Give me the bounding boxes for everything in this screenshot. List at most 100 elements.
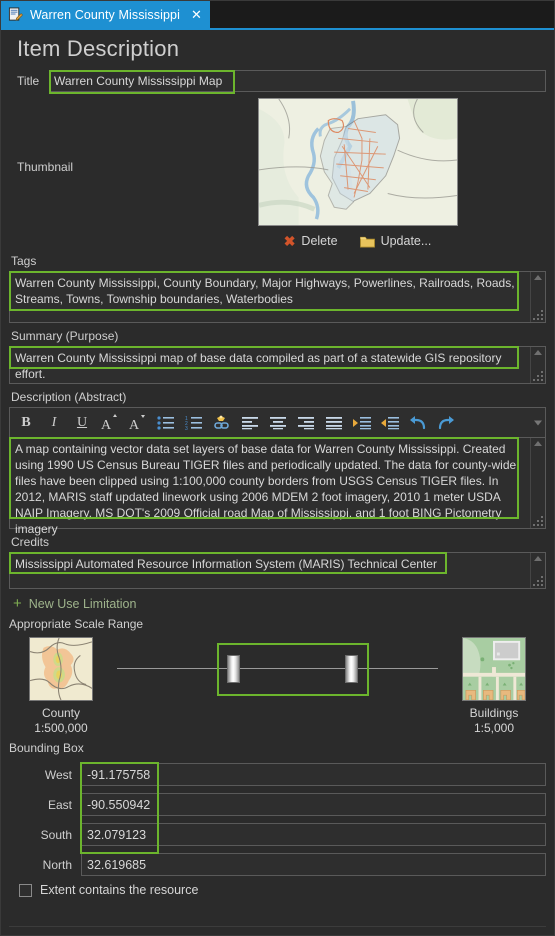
bounding-box-block: Bounding Box West -91.175758 East -90.55… bbox=[9, 739, 546, 897]
credits-input[interactable]: Mississippi Automated Resource Informati… bbox=[9, 552, 546, 589]
scroll-up-icon[interactable] bbox=[534, 350, 542, 355]
delete-thumbnail-button[interactable]: ✖ Delete bbox=[284, 234, 338, 248]
increase-font-size-button[interactable]: A bbox=[96, 410, 124, 436]
south-input[interactable]: 32.079123 bbox=[81, 823, 546, 846]
extent-contains-resource-label: Extent contains the resource bbox=[40, 883, 199, 897]
bounding-box-label: Bounding Box bbox=[9, 741, 84, 755]
west-value: -91.175758 bbox=[87, 767, 151, 782]
resize-grip-icon[interactable] bbox=[533, 371, 543, 381]
bottom-divider bbox=[9, 926, 546, 927]
west-label: West bbox=[44, 767, 72, 782]
bulleted-list-button[interactable] bbox=[152, 410, 180, 436]
slider-max-handle[interactable] bbox=[345, 655, 358, 683]
county-scale-thumbnail bbox=[29, 637, 93, 701]
summary-value: Warren County Mississippi map of base da… bbox=[15, 351, 502, 381]
undo-button[interactable] bbox=[404, 410, 432, 436]
tags-value: Warren County Mississippi, County Bounda… bbox=[15, 276, 515, 306]
align-left-button[interactable] bbox=[236, 410, 264, 436]
justify-button[interactable] bbox=[320, 410, 348, 436]
plus-icon: + bbox=[13, 595, 22, 612]
slider-track bbox=[117, 668, 438, 669]
decrease-indent-button[interactable] bbox=[376, 410, 404, 436]
svg-text:3: 3 bbox=[185, 426, 188, 430]
item-description-panel: Item Description Title Warren County Mis… bbox=[1, 30, 554, 935]
tags-input[interactable]: Warren County Mississippi, County Bounda… bbox=[9, 271, 546, 323]
title-input[interactable]: Warren County Mississippi Map bbox=[49, 70, 546, 94]
summary-input[interactable]: Warren County Mississippi map of base da… bbox=[9, 346, 546, 384]
thumbnail-actions: ✖ Delete Update... bbox=[284, 234, 432, 248]
decrease-font-size-button[interactable]: A bbox=[124, 410, 152, 436]
bounding-box-row-west: West -91.175758 bbox=[9, 763, 546, 786]
credits-label: Credits bbox=[11, 535, 50, 549]
svg-text:A: A bbox=[129, 418, 140, 432]
credits-scrollbar[interactable] bbox=[530, 553, 545, 588]
north-value: 32.619685 bbox=[87, 857, 147, 872]
numbered-list-button[interactable]: 123 bbox=[180, 410, 208, 436]
thumbnail-image[interactable] bbox=[257, 98, 458, 226]
toolbar-overflow-icon[interactable] bbox=[534, 420, 542, 425]
tags-label: Tags bbox=[11, 254, 37, 268]
redo-button[interactable] bbox=[432, 410, 460, 436]
buildings-scale-value: 1:5,000 bbox=[473, 721, 515, 735]
new-use-limitation-button[interactable]: + New Use Limitation bbox=[13, 596, 136, 611]
extent-contains-resource-checkbox[interactable] bbox=[19, 883, 32, 897]
folder-icon bbox=[359, 235, 375, 248]
document-edit-icon bbox=[8, 7, 23, 22]
buildings-map-graphic bbox=[463, 638, 525, 700]
west-input[interactable]: -91.175758 bbox=[81, 763, 546, 786]
italic-button[interactable]: I bbox=[40, 410, 68, 436]
increase-indent-button[interactable] bbox=[348, 410, 376, 436]
east-value: -90.550942 bbox=[87, 797, 151, 812]
page-title: Item Description bbox=[17, 36, 180, 61]
underline-button[interactable]: U bbox=[68, 410, 96, 436]
summary-scrollbar[interactable] bbox=[530, 347, 545, 383]
tab-strip: Warren County Mississippi ✕ bbox=[1, 1, 554, 30]
bounding-box-row-north: North 32.619685 bbox=[9, 853, 546, 876]
insert-hyperlink-button[interactable] bbox=[208, 410, 236, 436]
county-caption: County bbox=[41, 706, 81, 720]
north-label: North bbox=[42, 857, 72, 872]
update-label: Update... bbox=[380, 234, 432, 248]
scale-min: County 1:500,000 bbox=[15, 637, 107, 735]
new-use-limitation-label: New Use Limitation bbox=[28, 596, 137, 611]
description-scrollbar[interactable] bbox=[530, 438, 545, 528]
rich-text-toolbar: B I U A A 1 2 3 bbox=[9, 407, 546, 437]
scroll-up-icon[interactable] bbox=[534, 556, 542, 561]
update-thumbnail-button[interactable]: Update... bbox=[359, 234, 432, 248]
east-input[interactable]: -90.550942 bbox=[81, 793, 546, 816]
scroll-up-icon[interactable] bbox=[534, 275, 542, 280]
description-input[interactable]: A map containing vector data set layers … bbox=[9, 437, 546, 536]
resize-grip-icon[interactable] bbox=[533, 516, 543, 526]
scale-range-slider[interactable] bbox=[109, 637, 446, 701]
credits-block: Credits Mississippi Automated Resource I… bbox=[9, 535, 546, 589]
delete-label: Delete bbox=[301, 234, 338, 248]
credits-value: Mississippi Automated Resource Informati… bbox=[15, 557, 437, 571]
description-value: A map containing vector data set layers … bbox=[15, 442, 517, 536]
thumbnail-label: Thumbnail bbox=[17, 160, 74, 174]
south-value: 32.079123 bbox=[87, 827, 147, 842]
summary-block: Summary (Purpose) Warren County Mississi… bbox=[9, 329, 546, 384]
tab-warren-county-mississippi[interactable]: Warren County Mississippi ✕ bbox=[1, 1, 210, 28]
resize-grip-icon[interactable] bbox=[533, 310, 543, 320]
svg-text:A: A bbox=[101, 418, 112, 432]
bold-button[interactable]: B bbox=[12, 410, 40, 436]
close-icon[interactable]: ✕ bbox=[191, 8, 202, 21]
slider-min-handle[interactable] bbox=[227, 655, 240, 683]
align-center-button[interactable] bbox=[264, 410, 292, 436]
title-row: Title Warren County Mississippi Map bbox=[9, 70, 546, 94]
north-input[interactable]: 32.619685 bbox=[81, 853, 546, 876]
scroll-up-icon[interactable] bbox=[534, 441, 542, 446]
thumbnail-row: Thumbnail ✖ Delete Update... bbox=[9, 98, 546, 248]
resize-grip-icon[interactable] bbox=[533, 576, 543, 586]
buildings-caption: Buildings bbox=[469, 706, 519, 720]
bounding-box-row-south: South 32.079123 bbox=[9, 823, 546, 846]
align-right-button[interactable] bbox=[292, 410, 320, 436]
scale-max: Buildings 1:5,000 bbox=[448, 637, 540, 735]
bounding-box-row-east: East -90.550942 bbox=[9, 793, 546, 816]
tags-scrollbar[interactable] bbox=[530, 272, 545, 322]
delete-x-icon: ✖ bbox=[283, 233, 296, 249]
thumbnail-wrap: ✖ Delete Update... bbox=[169, 98, 546, 248]
east-label: East bbox=[47, 797, 72, 812]
scale-range-block: Appropriate Scale Range County 1:500,000… bbox=[9, 615, 546, 735]
summary-label: Summary (Purpose) bbox=[11, 329, 119, 343]
